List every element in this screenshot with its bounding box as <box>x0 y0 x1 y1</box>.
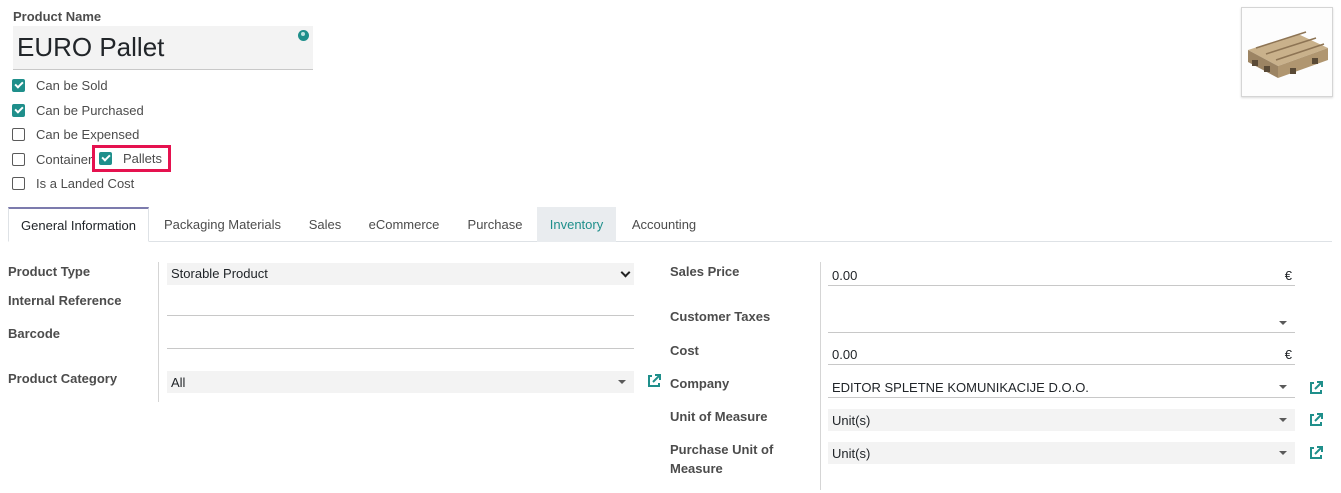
tab-general-information[interactable]: General Information <box>8 207 149 242</box>
chevron-down-icon <box>620 267 631 278</box>
flag-label: Container <box>36 151 93 167</box>
caret-down-icon <box>618 380 626 384</box>
unit-of-measure-select[interactable]: Unit(s) <box>828 409 1295 431</box>
customer-taxes-label: Customer Taxes <box>670 309 771 324</box>
product-name-value: EURO Pallet <box>17 32 165 62</box>
flag-label: Pallets <box>123 151 163 166</box>
product-name-label: Product Name <box>13 9 102 24</box>
product-category-label: Product Category <box>8 371 118 386</box>
purchase-uom-label-line2: Measure <box>670 461 723 476</box>
flag-container[interactable]: Container <box>12 150 92 168</box>
cost-value: 0.00 <box>832 347 858 362</box>
checkbox-checked-icon[interactable] <box>12 78 25 92</box>
flag-label: Can be Purchased <box>36 102 144 118</box>
column-divider <box>820 262 821 490</box>
purchase-uom-label: Purchase Unit of Measure <box>670 440 773 478</box>
flag-label: Can be Sold <box>36 77 108 93</box>
checkbox-unchecked-icon[interactable] <box>12 176 25 190</box>
product-type-value: Storable Product <box>171 266 268 281</box>
sales-price-value: 0.00 <box>832 268 858 283</box>
company-select[interactable]: EDITOR SPLETNE KOMUNIKACIJE D.O.O. <box>828 376 1295 398</box>
flag-can-be-expensed[interactable]: Can be Expensed <box>12 125 139 143</box>
product-category-select[interactable]: All <box>167 371 634 393</box>
cost-input[interactable]: 0.00 € <box>828 343 1295 365</box>
purchase-uom-value: Unit(s) <box>832 446 871 461</box>
currency-symbol: € <box>1284 268 1292 283</box>
unit-of-measure-value: Unit(s) <box>832 413 871 428</box>
tab-sales[interactable]: Sales <box>296 207 354 242</box>
barcode-label: Barcode <box>8 326 61 341</box>
cost-label: Cost <box>670 343 699 358</box>
internal-reference-label: Internal Reference <box>8 293 122 308</box>
caret-down-icon <box>1279 451 1287 455</box>
checkbox-checked-icon[interactable] <box>12 103 25 117</box>
flag-can-be-sold[interactable]: Can be Sold <box>12 76 108 94</box>
flag-label: Is a Landed Cost <box>36 175 135 191</box>
tab-ecommerce[interactable]: eCommerce <box>355 207 453 242</box>
tab-accounting[interactable]: Accounting <box>617 207 711 242</box>
product-name-input[interactable]: EURO Pallet <box>13 26 313 70</box>
company-value: EDITOR SPLETNE KOMUNIKACIJE D.O.O. <box>832 380 1089 395</box>
checkbox-checked-icon[interactable] <box>99 152 112 165</box>
tab-purchase[interactable]: Purchase <box>454 207 536 242</box>
barcode-input[interactable] <box>167 327 634 349</box>
external-link-icon[interactable] <box>646 373 662 389</box>
sales-price-label: Sales Price <box>670 264 740 279</box>
product-type-label: Product Type <box>8 264 91 279</box>
notebook-tabs: General Information Packaging Materials … <box>8 207 1332 242</box>
sales-price-input[interactable]: 0.00 € <box>828 264 1295 286</box>
flag-can-be-purchased[interactable]: Can be Purchased <box>12 101 144 119</box>
pallet-image-icon <box>1248 31 1328 78</box>
flag-label: Can be Expensed <box>36 126 140 142</box>
tab-packaging-materials[interactable]: Packaging Materials <box>150 207 295 242</box>
flag-pallets-highlighted[interactable]: Pallets <box>92 145 171 172</box>
external-link-icon[interactable] <box>1308 412 1324 428</box>
external-link-icon[interactable] <box>1308 380 1324 396</box>
internal-reference-input[interactable] <box>167 294 634 316</box>
caret-down-icon <box>1279 385 1287 389</box>
checkbox-unchecked-icon[interactable] <box>12 127 25 141</box>
caret-down-icon <box>1279 321 1287 325</box>
caret-down-icon <box>1279 418 1287 422</box>
column-divider <box>158 262 159 402</box>
tab-inventory[interactable]: Inventory <box>537 207 616 242</box>
company-label: Company <box>670 376 730 391</box>
customer-taxes-input[interactable] <box>828 311 1295 333</box>
product-type-select[interactable]: Storable Product <box>167 263 634 285</box>
purchase-uom-label-line1: Purchase Unit of <box>670 442 774 457</box>
external-link-icon[interactable] <box>1308 445 1324 461</box>
checkbox-unchecked-icon[interactable] <box>12 152 25 166</box>
flag-landed-cost[interactable]: Is a Landed Cost <box>12 174 134 192</box>
translate-globe-icon[interactable] <box>298 30 309 41</box>
product-image[interactable] <box>1241 7 1333 97</box>
unit-of-measure-label: Unit of Measure <box>670 409 768 424</box>
product-category-value: All <box>171 375 186 390</box>
purchase-uom-select[interactable]: Unit(s) <box>828 442 1295 464</box>
currency-symbol: € <box>1284 347 1292 362</box>
